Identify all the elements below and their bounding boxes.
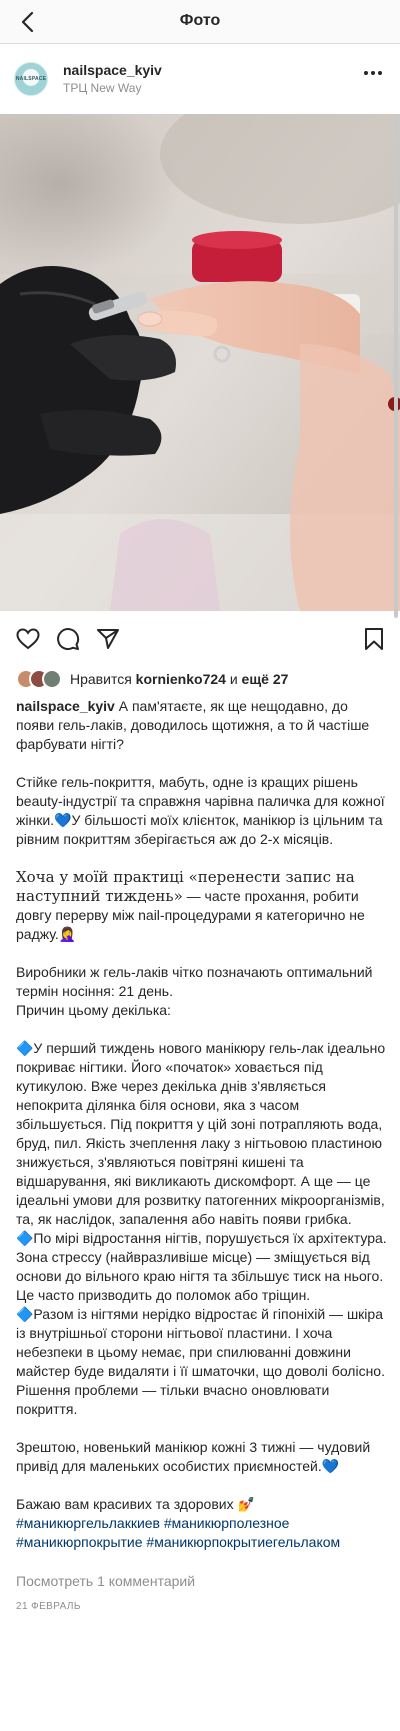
manicure-photo-image [0, 114, 400, 611]
caption-paragraph: Стійке гель-покриття, мабуть, одне із кр… [16, 774, 385, 847]
caption-hashtags: #маникюргельлаккиев #маникюрполезное [16, 1514, 388, 1533]
caption-username[interactable]: nailspace_kyiv [16, 698, 115, 714]
post-location[interactable]: ТРЦ New Way [63, 81, 141, 95]
view-comments-link[interactable]: Посмотреть 1 комментарий [16, 1573, 195, 1589]
more-horizontal-icon[interactable] [364, 71, 382, 75]
likes-middle: и [229, 671, 238, 687]
avatar [42, 669, 62, 689]
caption-paragraph: Причин цьому декілька: [16, 1002, 171, 1018]
post-date: 21 ФЕВРАЛЬ [16, 1601, 81, 1612]
likes-prefix: Нравится [70, 671, 132, 687]
likes-text: Нравится kornienko724 и ещё 27 [70, 671, 288, 687]
post-caption: nailspace_kyiv А пам'ятаєте, як ще нещод… [16, 697, 388, 1552]
caption-hashtags: #маникюрпокрытие #маникюрпокрытиегельлак… [16, 1533, 388, 1552]
caption-paragraph: Бажаю вам красивих та здорових 💅 [16, 1496, 255, 1512]
caption-paragraph: 🔷По мірі відростання нігтів, порушується… [16, 1230, 387, 1303]
paper-plane-icon[interactable] [94, 625, 122, 653]
hashtag-link[interactable]: #маникюрпокрытие #маникюрпокрытиегельлак… [16, 1534, 340, 1550]
liker-username[interactable]: kornienko724 [136, 671, 226, 687]
caption-paragraph: 🔷Разом із нігтями нерідко відростає й гі… [16, 1306, 385, 1417]
caption-paragraph: nailspace_kyiv А пам'ятаєте, як ще нещод… [16, 697, 388, 754]
page-title: Фото [179, 12, 221, 29]
avatar-logo-text: NAILSPACE [15, 76, 47, 82]
liker-avatars [16, 669, 62, 689]
post-username[interactable]: nailspace_kyiv [63, 62, 162, 78]
avatar[interactable]: NAILSPACE [14, 62, 48, 96]
post-header: NAILSPACE nailspace_kyiv ТРЦ New Way [0, 44, 400, 114]
comment-icon[interactable] [54, 625, 82, 653]
caption-paragraph: Виробники ж гель-лаків чітко позначають … [16, 964, 373, 999]
post-actions [0, 625, 400, 657]
likes-row[interactable]: Нравится kornienko724 и ещё 27 [16, 668, 288, 690]
caption-paragraph: Хоча у моїй практиці «перенести запис на… [16, 868, 388, 944]
bookmark-icon[interactable] [360, 625, 388, 653]
top-bar: Фото [0, 0, 400, 44]
caption-paragraph: Зрештою, новенький манікюр кожні 3 тижні… [16, 1439, 371, 1474]
heart-icon[interactable] [14, 625, 42, 653]
scrollbar[interactable] [394, 118, 398, 618]
hashtag-link[interactable]: #маникюргельлаккиев #маникюрполезное [16, 1515, 289, 1531]
post-photo[interactable] [0, 114, 400, 611]
likes-others[interactable]: ещё 27 [242, 671, 289, 687]
caption-paragraph: 🔷У перший тиждень нового манікюру гель-л… [16, 1040, 386, 1227]
